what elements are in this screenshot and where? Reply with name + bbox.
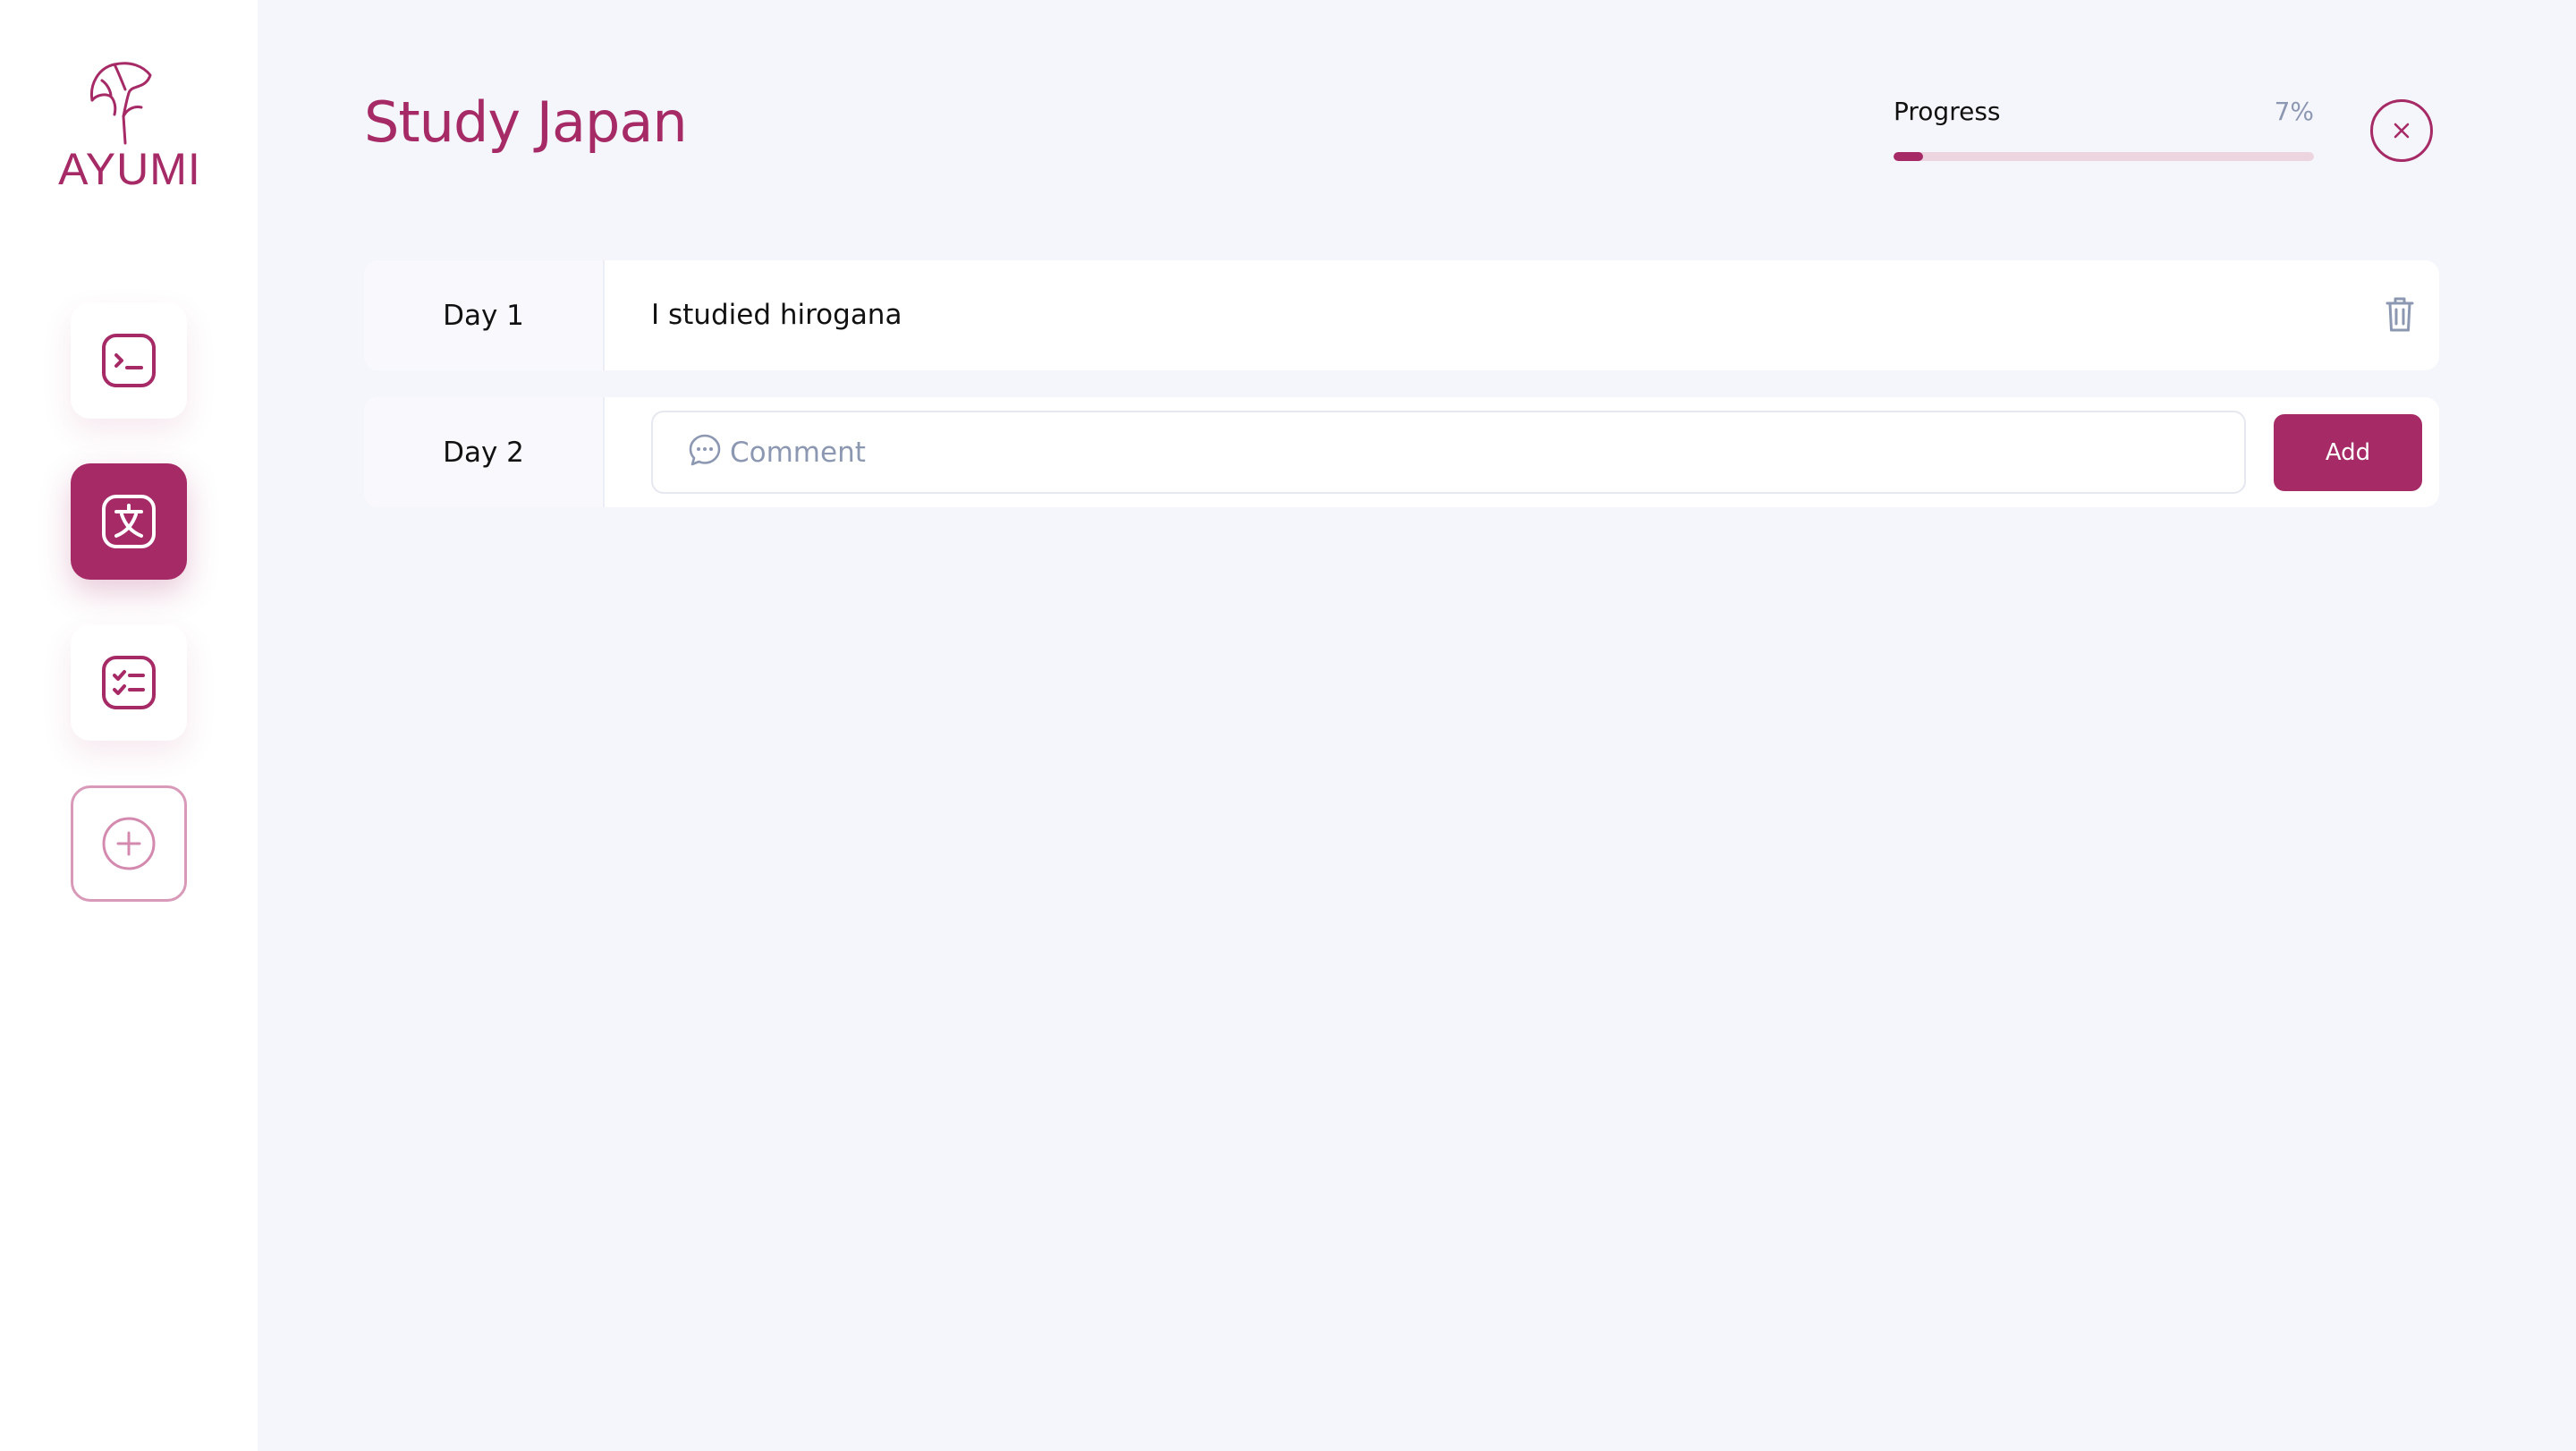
progress-label: Progress xyxy=(1894,97,2001,126)
checklist-icon xyxy=(102,656,156,709)
entry-text: I studied hirogana xyxy=(651,299,902,331)
entry-row: Day 2 Add xyxy=(364,397,2439,507)
day-label: Day 1 xyxy=(364,260,605,370)
add-button[interactable]: Add xyxy=(2274,414,2422,491)
nav-add-button[interactable] xyxy=(71,785,187,902)
translate-icon xyxy=(102,495,156,548)
ginkgo-leaf-icon xyxy=(89,62,152,145)
trash-icon xyxy=(2385,297,2414,332)
progress-fill xyxy=(1894,152,1923,161)
logo-text: AYUMI xyxy=(58,144,201,194)
page-title: Study Japan xyxy=(364,89,688,155)
progress-value: 7% xyxy=(2274,97,2314,126)
comment-input[interactable] xyxy=(730,414,2206,491)
delete-button[interactable] xyxy=(2380,294,2419,335)
comment-field-wrapper xyxy=(651,411,2246,494)
close-button[interactable] xyxy=(2370,99,2433,162)
logo: AYUMI xyxy=(43,57,215,200)
entry-row: Day 1 I studied hirogana xyxy=(364,260,2439,370)
terminal-icon xyxy=(102,334,156,387)
day-label: Day 2 xyxy=(364,397,605,507)
sidebar: AYUMI xyxy=(0,0,258,1451)
nav-checklist-button[interactable] xyxy=(71,624,187,741)
close-icon xyxy=(2394,123,2410,139)
progress-widget: Progress 7% xyxy=(1894,97,2314,165)
comment-icon xyxy=(689,434,721,466)
app-root: AYUMI Study Japan Progress 7% Day 1 I st… xyxy=(0,0,2576,1451)
nav-translate-button[interactable] xyxy=(71,463,187,580)
plus-circle-icon xyxy=(102,817,156,870)
progress-track xyxy=(1894,152,2314,161)
nav-terminal-button[interactable] xyxy=(71,302,187,419)
